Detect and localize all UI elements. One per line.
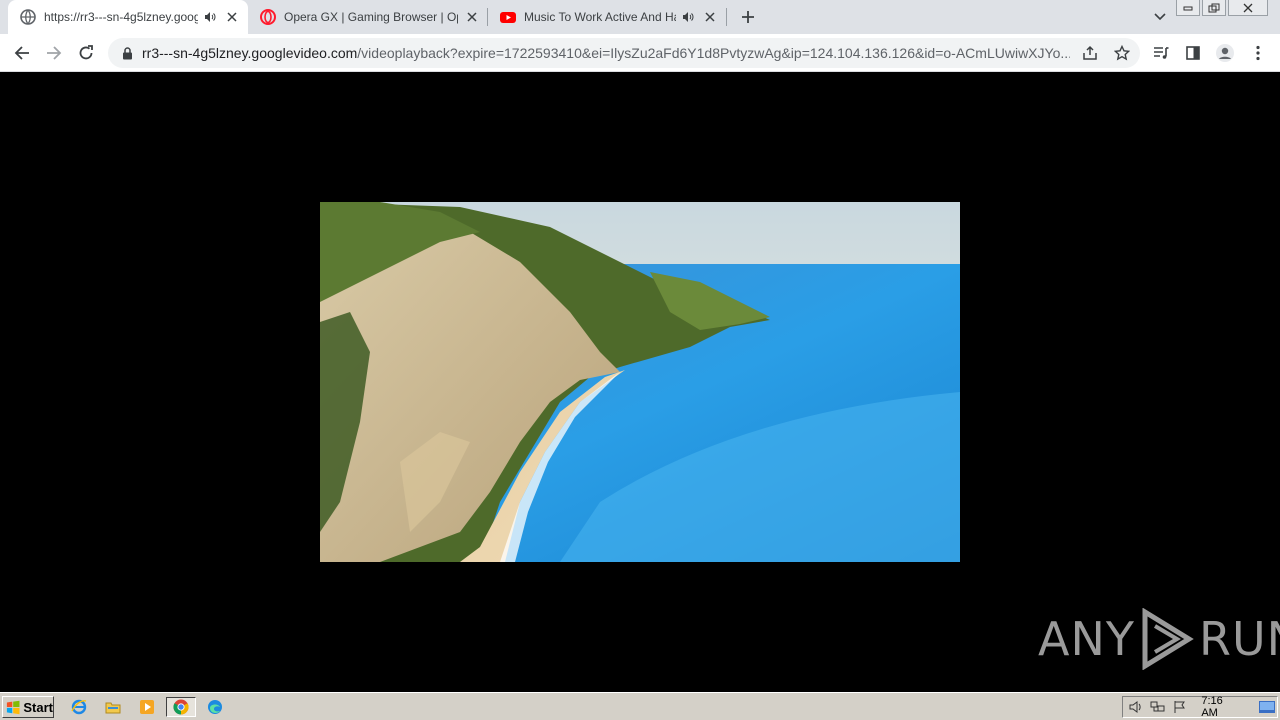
side-panel-button[interactable] [1179,39,1207,67]
profile-button[interactable] [1211,39,1239,67]
edge-icon [208,700,222,714]
bookmark-button[interactable] [1108,39,1136,67]
share-button[interactable] [1076,39,1104,67]
watermark-any: ANY [1038,612,1135,666]
url-path: /videoplayback?expire=1722593410&ei=Ilys… [357,45,1070,61]
watermark-run: RUN [1198,612,1280,666]
ie-quicklaunch[interactable] [68,697,90,717]
flag-icon[interactable] [1170,698,1189,716]
internet-explorer-icon [71,699,87,715]
edge-quicklaunch[interactable] [204,697,226,717]
tab-video[interactable]: https://rr3---sn-4g5lzney.googlevideo.co… [8,0,248,34]
browser-toolbar: rr3---sn-4g5lzney.googlevideo.com/videop… [0,34,1280,72]
forward-button[interactable] [40,39,68,67]
start-label: Start [23,699,53,715]
avatar-icon [1216,44,1234,62]
close-window-button[interactable] [1228,0,1268,16]
close-icon[interactable] [702,9,718,25]
side-panel-icon [1186,46,1200,60]
media-control-button[interactable] [1147,39,1175,67]
window-controls [1176,0,1268,18]
tab-title: Music To Work Active And Happy [524,10,676,24]
tab-youtube[interactable]: Music To Work Active And Happy [488,0,726,34]
show-desktop-icon[interactable] [1258,698,1277,716]
clock[interactable]: 7:16 AM [1201,695,1240,719]
beach-video-frame [320,202,960,562]
minimize-button[interactable] [1176,0,1200,16]
tab-title: Opera GX | Gaming Browser | Opera [284,10,458,24]
globe-icon [20,9,36,25]
more-vert-icon [1256,45,1260,61]
lock-icon[interactable] [120,46,134,60]
network-icon[interactable] [1148,698,1167,716]
video-player[interactable] [320,202,960,562]
youtube-icon [500,12,516,23]
url-host: rr3---sn-4g5lzney.googlevideo.com [142,45,358,61]
address-bar[interactable]: rr3---sn-4g5lzney.googlevideo.com/videop… [108,38,1140,68]
tab-title: https://rr3---sn-4g5lzney.googlevideo.co… [44,10,198,24]
explorer-quicklaunch[interactable] [102,697,124,717]
close-icon[interactable] [224,9,240,25]
tab-opera[interactable]: Opera GX | Gaming Browser | Opera [248,0,488,34]
chrome-taskbar-button[interactable] [166,697,196,717]
opera-icon [260,9,276,25]
restore-button[interactable] [1202,0,1226,16]
reload-button[interactable] [72,39,100,67]
arrow-right-icon [47,46,62,60]
tab-strip: https://rr3---sn-4g5lzney.googlevideo.co… [0,0,1280,34]
back-button[interactable] [8,39,36,67]
tab-search-button[interactable] [1150,8,1170,26]
chrome-icon [173,699,189,715]
menu-button[interactable] [1244,39,1272,67]
new-tab-button[interactable] [736,6,760,28]
queue-music-icon [1154,47,1169,59]
reload-icon [79,45,93,60]
anyrun-watermark: ANY RUN [1038,608,1280,670]
star-icon [1114,45,1130,61]
start-button[interactable]: Start [2,696,54,718]
close-icon[interactable] [464,9,480,25]
url-text[interactable]: rr3---sn-4g5lzney.googlevideo.com/videop… [142,45,1070,61]
speaker-icon[interactable] [202,9,218,25]
media-player-icon [140,700,154,714]
taskbar: Start 7:16 AM [0,692,1280,720]
tab-separator [726,8,727,26]
share-icon [1083,45,1097,60]
play-logo-icon [1142,608,1194,670]
folder-icon [105,702,121,714]
system-tray: 7:16 AM [1122,695,1278,719]
page-content: ANY RUN [0,72,1280,692]
arrow-left-icon [14,46,29,60]
speaker-icon[interactable] [680,9,696,25]
windows-logo-icon [6,700,20,715]
volume-icon[interactable] [1126,698,1145,716]
media-player-quicklaunch[interactable] [136,697,158,717]
